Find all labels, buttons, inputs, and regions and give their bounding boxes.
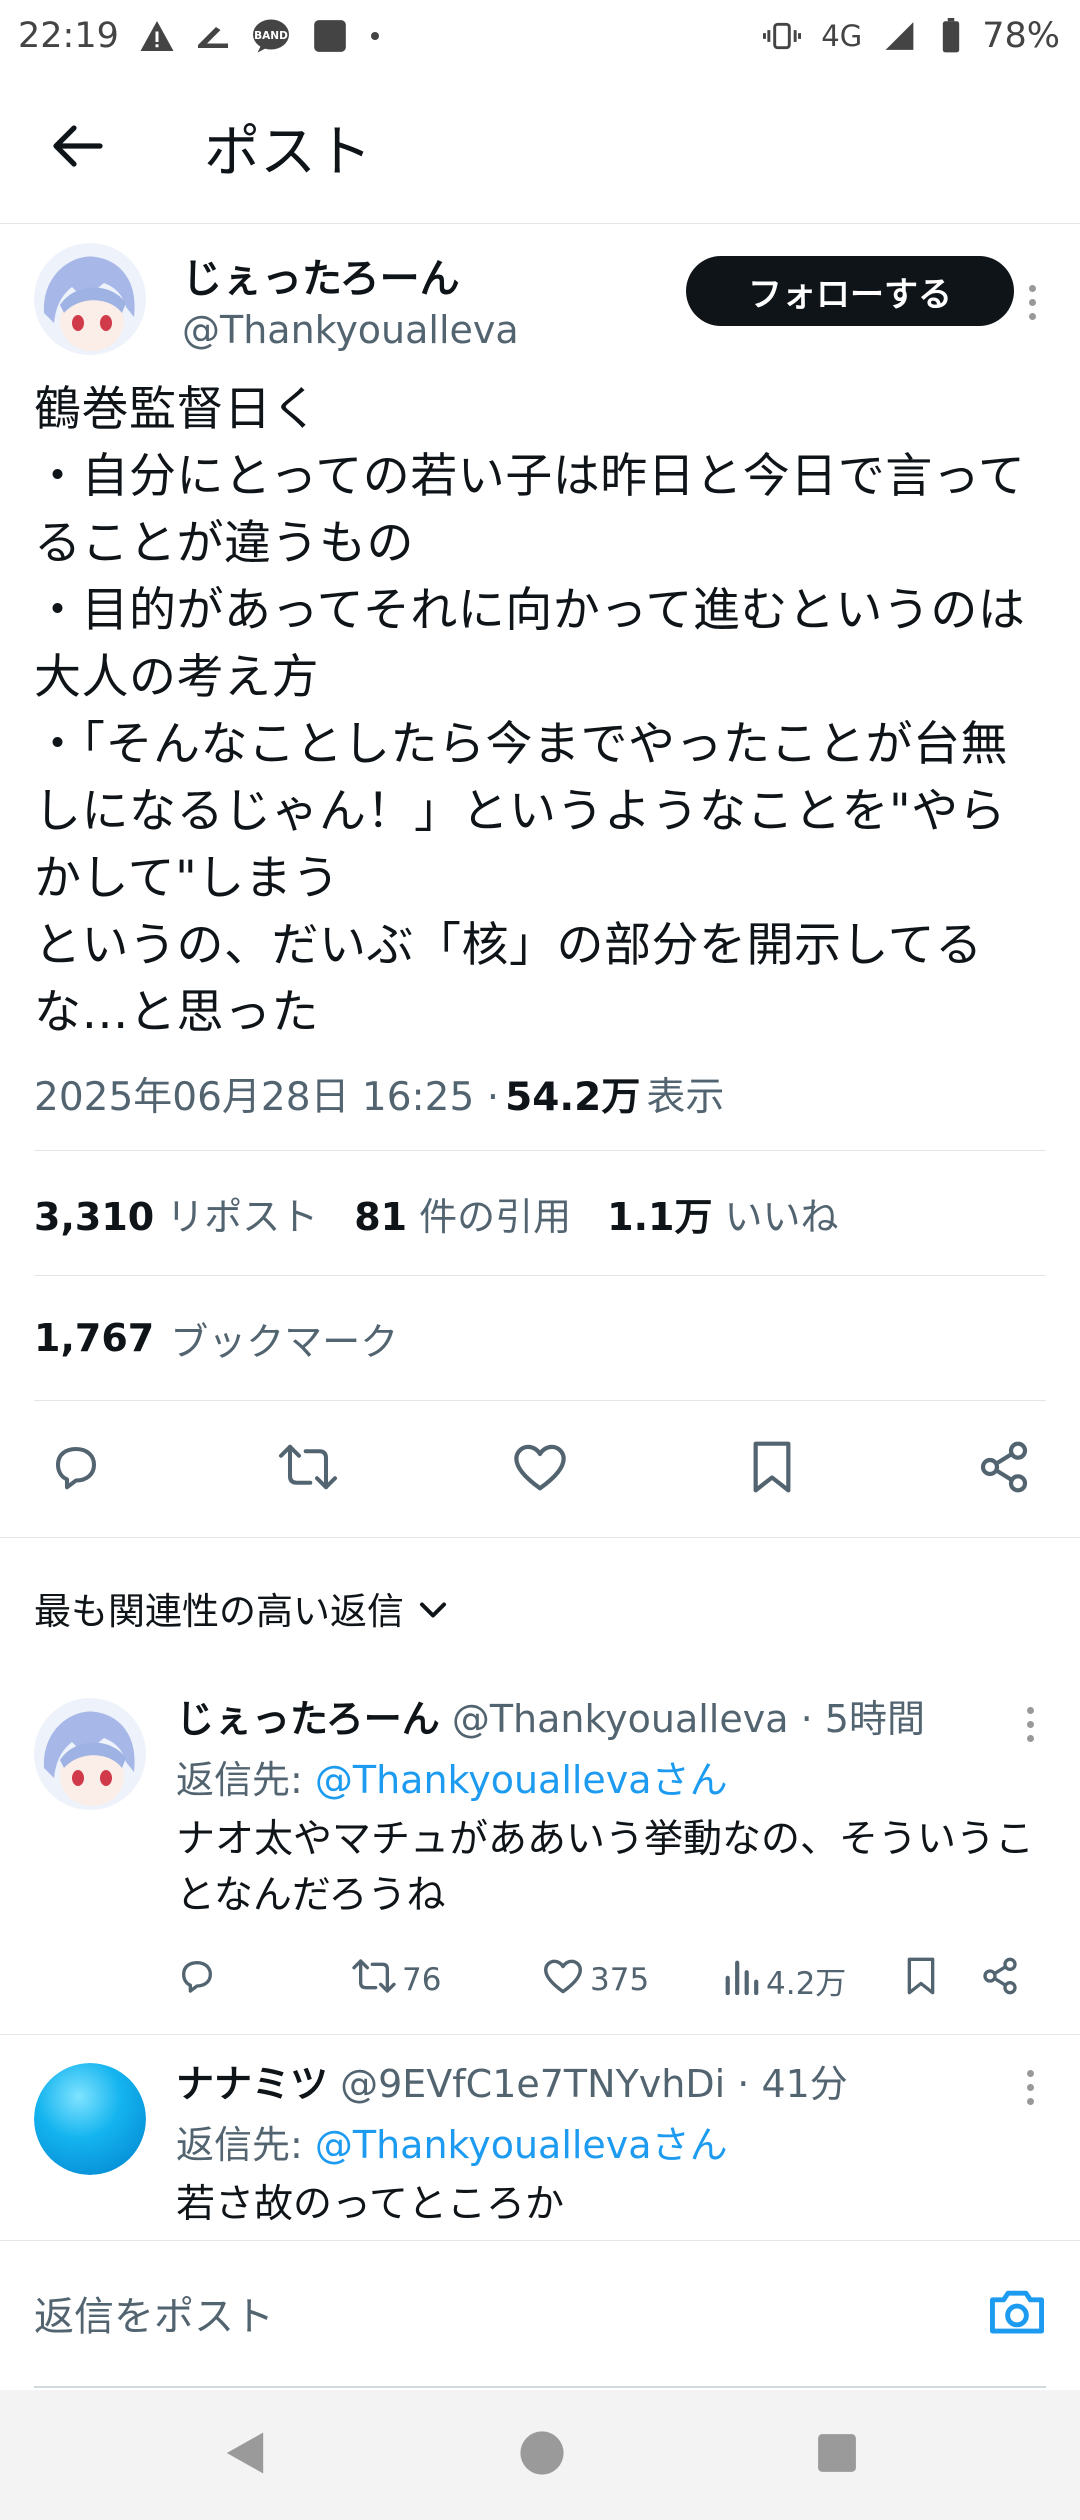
reply-text: 若さ故のってところか [176,2182,565,2227]
reply-views-count: 4.2万 [766,1965,847,2002]
reply-to-line: 返信先: @Thankyouallevaさん [176,2123,728,2167]
reply-display-name[interactable]: じぇったろーん [176,1697,440,1741]
reply-composer: 返信をポスト [0,2240,1080,2390]
notification-dot-icon [369,30,381,42]
app-square-icon [311,17,349,55]
nav-recents-icon[interactable] [816,2432,858,2478]
reply-sort-dropdown[interactable]: 最も関連性の高い返信 [0,1538,1080,1678]
post-meta: 2025年06月28日 16:25 · 54.2万 表示 [34,1064,1046,1124]
retweet-icon [352,1956,396,2004]
camera-icon[interactable] [988,2285,1046,2341]
reposts-stat[interactable]: 3,310 リポスト [34,1186,318,1241]
post-text: 鶴巻監督日く ・自分にとっての若い子は昨日と今日で言ってることが違うもの ・目的… [34,382,1026,1040]
quotes-stat[interactable]: 81 件の引用 [354,1186,571,1241]
reply-retweet-count: 76 [402,1962,442,1998]
reply-icon [48,1440,104,1498]
reply-bookmark-button[interactable] [904,1956,938,2004]
reply-input[interactable]: 返信をポスト [34,2284,274,2342]
avatar[interactable] [34,243,146,355]
reply-like-count: 375 [590,1962,650,1998]
views-chart-icon [722,1957,760,2003]
battery-icon [940,18,962,54]
chevron-down-icon [418,1587,448,1630]
reply-more-options-button[interactable] [1010,1694,1050,1754]
nav-back-icon[interactable] [222,2428,268,2482]
post-author: じぇったろーん @Thankyoualleva フォローする [34,224,1046,374]
reply-reply-button[interactable] [176,1956,218,2004]
reply-item[interactable]: じぇったろーん @Thankyoualleva · 5時間 返信先: @Than… [0,1678,1080,2026]
battery-percent: 78% [982,16,1060,56]
signal-icon [882,19,920,53]
reply-to-link[interactable]: @Thankyouallevaさん [315,2123,728,2167]
reply-item[interactable]: ナナミツ @9EVfC1e7TNYvhDi · 41分 返信先: @Thanky… [0,2035,1080,2233]
post-views-count: 54.2万 [505,1075,641,1120]
reply-to-link[interactable]: @Thankyouallevaさん [315,1758,728,1802]
author-display-name[interactable]: じぇったろーん [182,246,519,304]
network-type: 4G [821,19,863,53]
reply-action-bar: 76 375 4.2万 [176,1934,1046,2026]
engagement-stats: 3,310 リポスト 81 件の引用 1.1万 いいね [34,1151,1046,1275]
vibrate-icon [763,21,802,51]
reply-display-name[interactable]: ナナミツ [176,2062,328,2106]
back-arrow-icon [52,124,104,172]
reply-sort-label: 最も関連性の高い返信 [34,1590,404,1633]
bookmark-icon [748,1439,796,1499]
bookmarks-stat[interactable]: 1,767 ブックマーク [34,1276,1046,1400]
post-views-label: 表示 [646,1075,725,1120]
nav-home-icon[interactable] [518,2429,566,2481]
status-time: 22:19 [18,16,119,56]
bookmark-icon [904,1956,938,2004]
reply-share-button[interactable] [980,1956,1020,2004]
reply-age: · 41分 [737,2062,848,2106]
reply-more-options-button[interactable] [1010,2057,1050,2117]
reply-like-button[interactable]: 375 [542,1957,649,2003]
post-action-bar [0,1401,1080,1537]
reply-views-button[interactable]: 4.2万 [722,1957,846,2003]
reply-handle[interactable]: @Thankyoualleva [452,1697,789,1741]
likes-stat[interactable]: 1.1万 いいね [607,1186,838,1241]
more-options-button[interactable] [1012,272,1052,332]
author-handle[interactable]: @Thankyoualleva [182,308,519,352]
reply-header: じぇったろーん @Thankyoualleva · 5時間 [176,1688,1046,1743]
shoe-icon [195,21,231,51]
reply-icon [176,1956,218,2004]
app-bar: ポスト [0,72,1080,224]
reply-age: · 5時間 [800,1697,925,1741]
share-icon [980,1956,1020,2004]
svg-text:BAND: BAND [254,30,288,42]
back-button[interactable] [38,108,118,188]
like-icon [542,1957,584,2003]
follow-button[interactable]: フォローする [686,256,1014,326]
avatar[interactable] [34,2063,146,2175]
warning-icon [139,19,175,53]
share-icon [976,1439,1032,1499]
reply-button[interactable] [44,1437,108,1501]
bookmark-button[interactable] [740,1437,804,1501]
page-title: ポスト [204,120,372,185]
reply-retweet-button[interactable]: 76 [352,1956,441,2004]
reply-to-line: 返信先: @Thankyouallevaさん [176,1758,728,1802]
band-app-icon: BAND [251,18,291,54]
system-nav-bar [0,2390,1080,2520]
avatar[interactable] [34,1698,146,1810]
reply-text: ナオ太やマチュがああいう挙動なの、そういうことなんだろうね [176,1817,1035,1918]
like-button[interactable] [508,1437,572,1501]
reply-handle[interactable]: @9EVfC1e7TNYvhDi [340,2062,725,2106]
reply-header: ナナミツ @9EVfC1e7TNYvhDi · 41分 [176,2053,1046,2108]
retweet-icon [278,1440,338,1498]
retweet-button[interactable] [276,1437,340,1501]
like-icon [511,1441,569,1497]
main-post: じぇったろーん @Thankyoualleva フォローする 鶴巻監督日く ・自… [0,224,1080,1124]
post-timestamp: 2025年06月28日 16:25 · [34,1075,500,1120]
share-button[interactable] [972,1437,1036,1501]
status-bar: 22:19 BAND 4G 78% [0,0,1080,72]
